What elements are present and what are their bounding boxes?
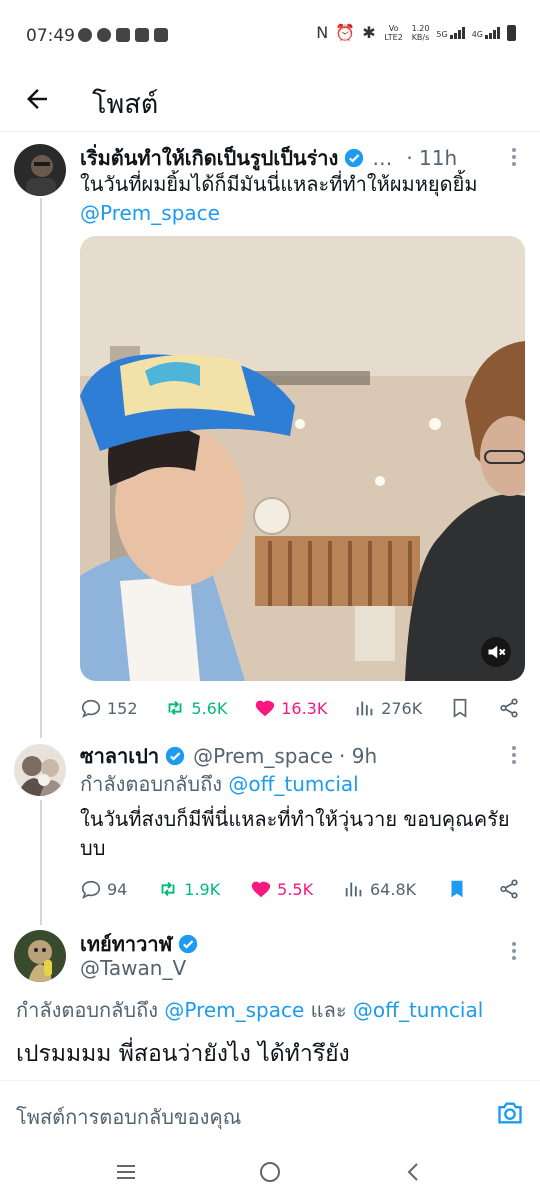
tweet-text: ในวันที่สงบก็มีพี่นี่แหละที่ทำให้วุ่นวาย… (80, 807, 510, 860)
mail-icon (154, 28, 168, 42)
reply-context: กำลังตอบกลับถึง @off_tumcial (80, 772, 359, 796)
more-options-icon[interactable] (512, 148, 518, 169)
network-speed: 1.20 KB/s (411, 24, 430, 42)
like-button[interactable]: 16.3K (254, 697, 327, 719)
top-app-bar: โพสต์ (0, 70, 540, 132)
views-chart-icon (356, 701, 373, 716)
volte-indicator: Vo LTE2 (384, 24, 403, 42)
like-count: 16.3K (281, 698, 328, 718)
video-frame (80, 236, 525, 681)
handle[interactable]: … (372, 146, 392, 170)
avatar[interactable] (14, 144, 66, 196)
reply-icon (81, 880, 101, 899)
nfc-icon: N (316, 23, 329, 42)
bookmark-filled-icon[interactable] (446, 878, 468, 900)
share-icon[interactable] (498, 878, 520, 900)
reply-button[interactable]: 152 (80, 697, 138, 719)
heart-filled-icon (256, 700, 275, 717)
retweet-button[interactable]: 5.6K (164, 697, 227, 719)
bookmark-icon[interactable] (449, 697, 471, 719)
back-arrow-icon[interactable] (22, 84, 52, 114)
bluetooth-icon: ✱ (362, 23, 376, 42)
like-count: 5.5K (277, 879, 314, 899)
verified-badge-icon (179, 934, 198, 954)
verified-badge-icon (345, 148, 364, 168)
views-chart-icon (345, 882, 362, 897)
tweet-video[interactable] (80, 236, 525, 681)
reply-context: กำลังตอบกลับถึง @Prem_space และ @off_tum… (16, 998, 484, 1022)
like-button[interactable]: 5.5K (250, 878, 313, 900)
status-bar: 07:49 N ⏰ ✱ Vo LTE2 1.20 KB/s 5G 4G (0, 0, 540, 70)
reply-button[interactable]: 94 (80, 878, 127, 900)
mention-link[interactable]: @Prem_space (80, 201, 220, 225)
signal-4g: 4G (472, 27, 500, 39)
mention-link[interactable]: @Prem_space (164, 998, 304, 1022)
reply-count: 94 (107, 879, 128, 899)
retweet-icon (168, 700, 182, 716)
camera-icon[interactable] (496, 1099, 524, 1127)
signal-bars-icon (485, 27, 500, 39)
youtube-icon (135, 28, 149, 42)
home-icon[interactable] (258, 1160, 282, 1184)
retweet-count: 1.9K (184, 879, 221, 899)
handle[interactable]: @Tawan_V (80, 956, 186, 980)
share-icon[interactable] (498, 697, 520, 719)
view-count: 276K (381, 698, 423, 718)
alarm-icon: ⏰ (335, 23, 356, 42)
system-icons: N ⏰ ✱ Vo LTE2 1.20 KB/s 5G 4G (316, 24, 516, 42)
tweet-text: ในวันที่ผมยิ้มได้ก็มีมันนี่แหละที่ทำให้ผ… (80, 172, 478, 225)
messenger-icon (97, 28, 111, 42)
timestamp[interactable]: · 9h (339, 744, 377, 768)
avatar[interactable] (14, 744, 66, 796)
app-icon (116, 28, 130, 42)
thread-connector (40, 800, 42, 925)
handle[interactable]: @Prem_space (193, 744, 333, 768)
display-name[interactable]: ซาลาเปา (80, 740, 159, 772)
thread-connector (40, 198, 42, 738)
status-time: 07:49 (26, 26, 75, 46)
views-button[interactable]: 64.8K (343, 878, 416, 900)
battery-icon (507, 25, 516, 41)
retweet-icon (161, 881, 175, 897)
reply-input[interactable]: โพสต์การตอบกลับของคุณ (16, 1101, 241, 1133)
signal-bars-icon (449, 27, 465, 39)
avatar[interactable] (14, 930, 66, 982)
mention-link[interactable]: @off_tumcial (353, 998, 483, 1022)
retweet-button[interactable]: 1.9K (157, 878, 220, 900)
facebook-icon (78, 28, 92, 42)
back-icon[interactable] (402, 1160, 426, 1184)
tweet-header: ซาลาเปา @Prem_space · 9h (80, 740, 377, 772)
mute-icon[interactable] (481, 637, 511, 667)
reply-count: 152 (107, 698, 138, 718)
reply-icon (81, 699, 101, 718)
notification-icons (78, 28, 168, 42)
tweet-actions: 94 1.9K 5.5K 64.8K (80, 875, 520, 903)
reply-composer[interactable]: โพสต์การตอบกลับของคุณ (0, 1080, 540, 1140)
retweet-count: 5.6K (191, 698, 228, 718)
tweet-text: เปรมมมม พี่สอนว่ายังไง ได้ทำรึยัง (16, 1041, 350, 1067)
timestamp[interactable]: · 11h (406, 146, 457, 170)
more-options-icon[interactable] (512, 746, 518, 767)
more-options-icon[interactable] (512, 942, 518, 963)
view-count: 64.8K (370, 879, 417, 899)
views-button[interactable]: 276K (354, 697, 422, 719)
page-title: โพสต์ (92, 89, 159, 120)
system-navigation-bar (0, 1140, 540, 1200)
heart-filled-icon (251, 881, 271, 898)
tweet-actions: 152 5.6K 16.3K 276K (80, 694, 520, 722)
mention-link[interactable]: @off_tumcial (228, 772, 358, 796)
signal-5g: 5G (436, 27, 465, 39)
recent-apps-icon[interactable] (114, 1160, 138, 1184)
verified-badge-icon (165, 746, 185, 766)
